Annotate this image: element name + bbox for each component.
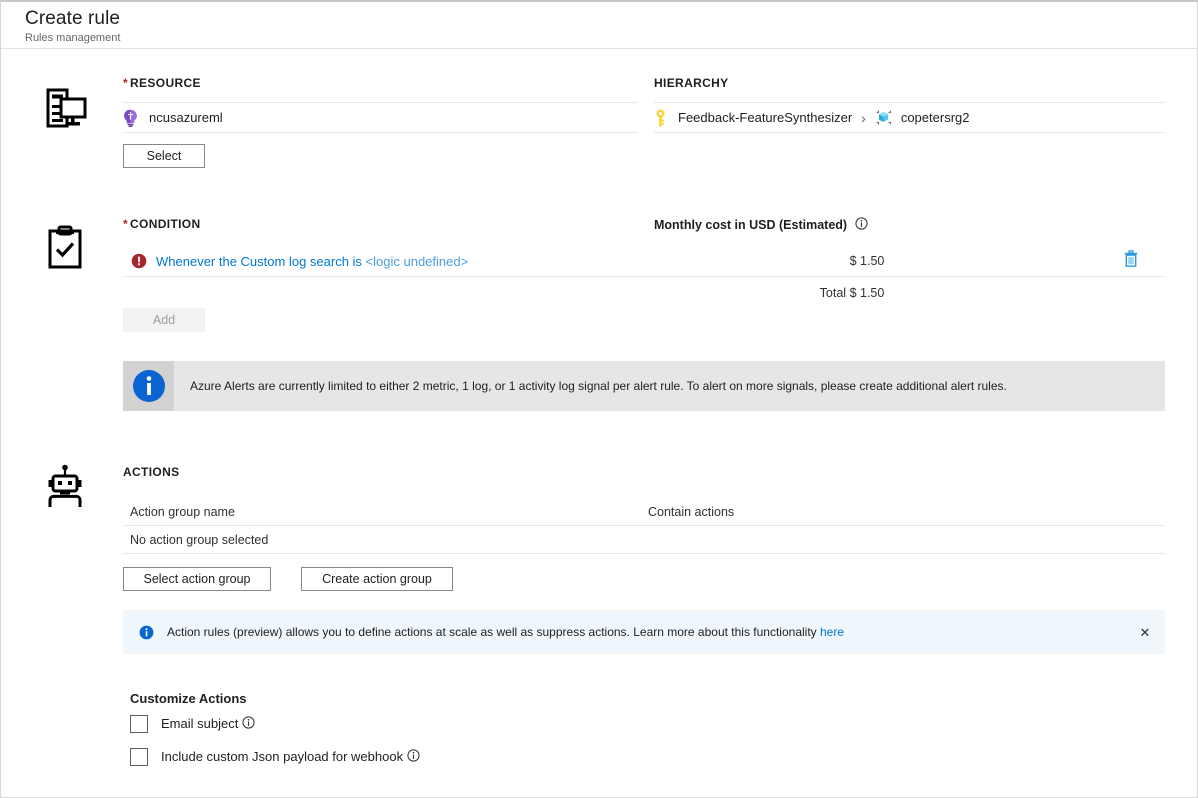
customize-actions-body: Customize Actions Email subject Include … bbox=[130, 691, 1165, 766]
key-icon bbox=[654, 109, 667, 127]
total-row: Total $ 1.50 bbox=[123, 277, 1165, 308]
column-action-group-name: Action group name bbox=[130, 505, 648, 519]
select-resource-button[interactable]: Select bbox=[123, 144, 205, 168]
resource-row: ncusazureml bbox=[123, 102, 638, 133]
trash-icon[interactable] bbox=[1123, 250, 1139, 272]
actions-body: ACTIONS Action group name Contain action… bbox=[123, 465, 1165, 654]
email-subject-label: Email subject bbox=[161, 716, 255, 732]
create-action-group-button[interactable]: Create action group bbox=[301, 567, 453, 591]
hierarchy-column: HIERARCHY Feedback-FeatureSynthesize bbox=[654, 76, 1165, 168]
select-action-group-button[interactable]: Select action group bbox=[123, 567, 271, 591]
condition-cost-value: $ 1.50 bbox=[783, 254, 951, 268]
close-icon[interactable]: ✕ bbox=[1137, 624, 1153, 640]
json-payload-label: Include custom Json payload for webhook bbox=[161, 749, 420, 765]
computer-server-icon bbox=[39, 82, 91, 134]
action-rules-banner: Action rules (preview) allows you to def… bbox=[123, 610, 1165, 654]
condition-description[interactable]: Whenever the Custom log search is <logic… bbox=[156, 254, 468, 269]
clipboard-check-icon bbox=[39, 221, 91, 273]
info-circle-icon[interactable] bbox=[855, 217, 868, 233]
subscription-name: Feedback-FeatureSynthesizer bbox=[678, 110, 852, 125]
page-title: Create rule bbox=[25, 8, 1197, 30]
condition-required-star: * bbox=[123, 217, 128, 231]
condition-label: *CONDITION bbox=[123, 217, 638, 231]
hierarchy-row: Feedback-FeatureSynthesizer › copetersrg… bbox=[654, 102, 1165, 133]
json-payload-checkbox[interactable] bbox=[130, 748, 148, 766]
resource-group-cube-icon bbox=[875, 109, 892, 126]
error-circle-icon bbox=[131, 253, 147, 269]
create-rule-page: Create rule Rules management *RESOU bbox=[0, 0, 1198, 798]
condition-right-column: Monthly cost in USD (Estimated) bbox=[654, 217, 1165, 233]
column-contain-actions: Contain actions bbox=[648, 505, 734, 519]
monthly-cost-header: Monthly cost in USD (Estimated) bbox=[654, 217, 1165, 233]
alert-limit-banner-text: Azure Alerts are currently limited to ei… bbox=[174, 361, 1027, 411]
page-subtitle: Rules management bbox=[25, 31, 1197, 45]
resource-column: *RESOURCE ncusazureml bbox=[123, 76, 638, 168]
condition-row[interactable]: Whenever the Custom log search is <logic… bbox=[123, 246, 1165, 276]
json-payload-row: Include custom Json payload for webhook bbox=[130, 748, 1165, 766]
application-insights-icon bbox=[123, 109, 138, 127]
info-circle-icon[interactable] bbox=[407, 749, 420, 765]
table-row: No action group selected bbox=[123, 526, 1165, 554]
hierarchy-separator: › bbox=[861, 110, 866, 126]
add-condition-button[interactable]: Add bbox=[123, 308, 205, 332]
customize-actions-title: Customize Actions bbox=[130, 691, 1165, 706]
email-subject-row: Email subject bbox=[130, 715, 1165, 733]
condition-body: *CONDITION Monthly cost in USD (Estimate… bbox=[123, 217, 1165, 411]
total-cost: Total $ 1.50 bbox=[753, 286, 951, 300]
action-rules-learn-more-link[interactable]: here bbox=[820, 625, 844, 639]
action-group-buttons: Select action group Create action group bbox=[123, 567, 1165, 591]
resource-required-star: * bbox=[123, 76, 128, 90]
alert-limit-banner: Azure Alerts are currently limited to ei… bbox=[123, 361, 1165, 411]
action-rules-banner-text: Action rules (preview) allows you to def… bbox=[167, 625, 844, 639]
actions-label: ACTIONS bbox=[123, 465, 1165, 479]
resource-body: *RESOURCE ncusazureml bbox=[123, 76, 1165, 168]
condition-left-column: *CONDITION bbox=[123, 217, 638, 233]
resource-group-name: copetersrg2 bbox=[901, 110, 970, 125]
condition-logic-undefined: <logic undefined> bbox=[366, 254, 469, 269]
resource-name: ncusazureml bbox=[149, 110, 223, 125]
condition-row-wrapper: Whenever the Custom log search is <logic… bbox=[123, 246, 1165, 277]
action-group-table-header: Action group name Contain actions bbox=[123, 499, 1165, 526]
action-group-name-value: No action group selected bbox=[130, 533, 648, 547]
resource-label: *RESOURCE bbox=[123, 76, 638, 90]
hierarchy-label: HIERARCHY bbox=[654, 76, 1165, 90]
page-header: Create rule Rules management bbox=[1, 2, 1197, 49]
email-subject-checkbox[interactable] bbox=[130, 715, 148, 733]
info-circle-icon[interactable] bbox=[242, 716, 255, 732]
info-circle-filled-icon bbox=[139, 625, 154, 640]
info-circle-filled-icon bbox=[123, 361, 174, 411]
robot-icon bbox=[39, 461, 91, 513]
